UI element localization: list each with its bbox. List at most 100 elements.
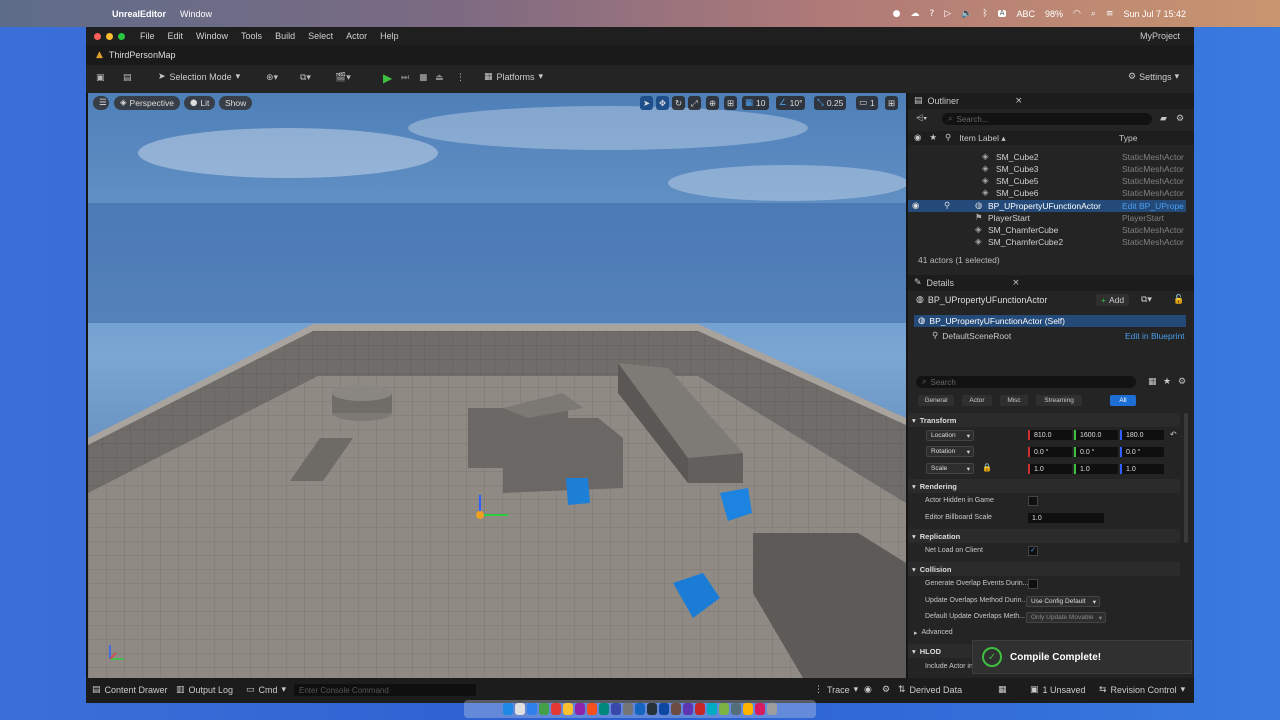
selection-mode-dropdown[interactable]: ➤ Selection Mode ▾ xyxy=(158,72,240,82)
cinematics-icon[interactable]: 🎬▾ xyxy=(335,73,351,83)
app-icon[interactable] xyxy=(719,703,729,715)
app-icon[interactable] xyxy=(731,703,741,715)
gear-icon[interactable]: ⚙ xyxy=(1176,114,1184,124)
photos-icon[interactable] xyxy=(587,703,597,715)
revision-control-dropdown[interactable]: ⇆ Revision Control ▾ xyxy=(1099,685,1185,695)
location-x-input[interactable]: 810.0 xyxy=(1028,430,1072,440)
wifi-icon[interactable]: ◠ xyxy=(1073,9,1081,19)
creative-cloud-icon[interactable]: ☁ xyxy=(910,9,919,19)
section-collision[interactable]: ▾ Collision xyxy=(908,562,1180,576)
settings-app-icon[interactable] xyxy=(623,703,633,715)
location-dropdown[interactable]: Location ▾ xyxy=(926,430,974,441)
show-button[interactable]: Show xyxy=(219,96,253,110)
stop-icon[interactable]: ■ xyxy=(419,73,428,83)
eye-icon[interactable]: ◉ xyxy=(912,201,919,211)
menu-build[interactable]: Build xyxy=(275,31,295,41)
app-icon[interactable] xyxy=(707,703,717,715)
content-browser-icon[interactable]: ▤ xyxy=(123,73,132,83)
messages-icon[interactable] xyxy=(539,703,549,715)
app-icon[interactable] xyxy=(695,703,705,715)
rotation-x-input[interactable]: 0.0 ° xyxy=(1028,447,1072,457)
grid-snap-button[interactable]: ▦ 10 xyxy=(742,96,769,110)
app-icon[interactable] xyxy=(671,703,681,715)
minimize-window-button[interactable] xyxy=(106,32,113,40)
app-icon[interactable] xyxy=(755,703,765,715)
add-actor-icon[interactable]: ⊕▾ xyxy=(266,73,278,83)
battery-percent[interactable]: 98% xyxy=(1045,9,1063,19)
vscode-icon[interactable] xyxy=(635,703,645,715)
menu-select[interactable]: Select xyxy=(308,31,333,41)
billboard-scale-input[interactable]: 1.0 xyxy=(1028,513,1104,523)
scale-snap-button[interactable]: ⤡ 0.25 xyxy=(814,96,847,110)
eject-icon[interactable]: ⏏ xyxy=(435,73,444,83)
close-tab-icon[interactable]: × xyxy=(1015,96,1023,106)
control-center-icon[interactable]: ≡ xyxy=(1106,9,1114,19)
table-view-icon[interactable]: ▦ xyxy=(1148,377,1157,387)
facetime-icon[interactable] xyxy=(599,703,609,715)
output-log-button[interactable]: ▥ Output Log xyxy=(176,685,233,695)
cmd-dropdown[interactable]: ▭ Cmd ▾ xyxy=(246,685,286,695)
tab-thirdpersonmap[interactable]: ▲ ThirdPersonMap xyxy=(96,50,175,60)
gear-icon[interactable]: ⚙ xyxy=(882,685,890,695)
keyboard-layout[interactable]: ABC xyxy=(1016,9,1035,19)
app-icon[interactable] xyxy=(743,703,753,715)
location-z-input[interactable]: 180.0 xyxy=(1120,430,1164,440)
step-icon[interactable]: ⏭ xyxy=(401,73,409,83)
lock-icon[interactable]: 🔓 xyxy=(1173,295,1184,305)
eye-icon[interactable]: ◉ xyxy=(914,133,921,143)
menu-file[interactable]: File xyxy=(140,31,155,41)
blueprint-options-icon[interactable]: ⧉▾ xyxy=(1141,295,1152,305)
scene-render[interactable] xyxy=(88,93,906,678)
terminal-app-icon[interactable] xyxy=(647,703,657,715)
lit-button[interactable]: ● Lit xyxy=(184,96,216,110)
filter-icon[interactable]: ⩤▾ xyxy=(916,113,927,124)
record-icon[interactable]: ◉ xyxy=(864,685,872,695)
settings-dropdown[interactable]: ⚙ Settings ▾ xyxy=(1128,72,1179,82)
filter-tab-actor[interactable]: Actor xyxy=(962,395,992,406)
select-tool-icon[interactable]: ➤ xyxy=(640,96,654,110)
unsaved-button[interactable]: ▣ 1 Unsaved xyxy=(1030,685,1086,695)
scale-tool-icon[interactable]: ⤢ xyxy=(688,96,701,110)
edit-blueprint-link[interactable]: Edit BP_UPropertyUFunctionActor xyxy=(1122,201,1184,211)
play-icon[interactable]: ▶ xyxy=(383,71,392,85)
unreal-app-icon[interactable] xyxy=(659,703,669,715)
outliner-row-selected[interactable]: ◉ ⚲ ◍ BP_UPropertyUFunctionActor Edit BP_UPr… xyxy=(908,200,1186,212)
scale-x-input[interactable]: 1.0 xyxy=(1028,464,1072,474)
rotation-z-input[interactable]: 0.0 ° xyxy=(1120,447,1164,457)
item-label-column[interactable]: Item Label ▴ xyxy=(959,133,1005,144)
clock[interactable]: Sun Jul 7 15:42 xyxy=(1123,9,1186,19)
scale-dropdown[interactable]: Scale ▾ xyxy=(926,463,974,474)
save-icon[interactable]: ▣ xyxy=(96,73,105,83)
filter-tab-all[interactable]: All xyxy=(1110,395,1136,406)
surface-snap-icon[interactable]: ⊞ xyxy=(724,96,738,110)
viewport-menu-button[interactable]: ☰ xyxy=(93,96,109,110)
generate-overlap-checkbox[interactable] xyxy=(1028,579,1038,589)
camera-speed-button[interactable]: ▭ 1 xyxy=(856,96,878,110)
blueprint-icon[interactable]: ⧉▾ xyxy=(300,73,311,83)
perspective-button[interactable]: ◈ Perspective xyxy=(114,96,180,110)
outliner-row[interactable]: ◈ SM_Cube3 StaticMeshActor xyxy=(908,163,1186,175)
app-store-icon[interactable] xyxy=(611,703,621,715)
notes-icon[interactable] xyxy=(563,703,573,715)
default-update-dropdown[interactable]: Only Update Movable ▾ xyxy=(1026,612,1106,623)
self-component-row[interactable]: ◍ BP_UPropertyUFunctionActor (Self) xyxy=(914,315,1186,327)
add-component-button[interactable]: + Add xyxy=(1096,294,1130,306)
star-icon[interactable]: ★ xyxy=(1163,377,1171,387)
rotate-tool-icon[interactable]: ↻ xyxy=(672,96,686,110)
help-icon[interactable]: ? xyxy=(929,9,934,19)
more-options-icon[interactable]: ⋮ xyxy=(456,73,465,83)
console-input[interactable]: Enter Console Command xyxy=(294,684,476,696)
outliner-search-input[interactable]: ⌕ Search... xyxy=(942,113,1152,125)
close-window-button[interactable] xyxy=(94,32,101,40)
net-load-checkbox[interactable]: ✓ xyxy=(1028,546,1038,556)
actor-hidden-checkbox[interactable] xyxy=(1028,496,1038,506)
close-tab-icon[interactable]: × xyxy=(1012,278,1020,288)
rotation-snap-button[interactable]: ∠ 10° xyxy=(776,96,806,110)
app-menu[interactable]: UnrealEditor xyxy=(112,9,166,19)
safari-icon[interactable] xyxy=(527,703,537,715)
trace-dropdown[interactable]: ⋮ Trace ▾ xyxy=(814,685,858,695)
details-search-input[interactable]: ⌕ Search xyxy=(916,376,1136,388)
content-drawer-button[interactable]: ▤ Content Drawer xyxy=(92,685,168,695)
bluetooth-icon[interactable]: ᛒ xyxy=(982,9,987,19)
outliner-row[interactable]: ◈ SM_Cube2 StaticMeshActor xyxy=(908,151,1186,163)
